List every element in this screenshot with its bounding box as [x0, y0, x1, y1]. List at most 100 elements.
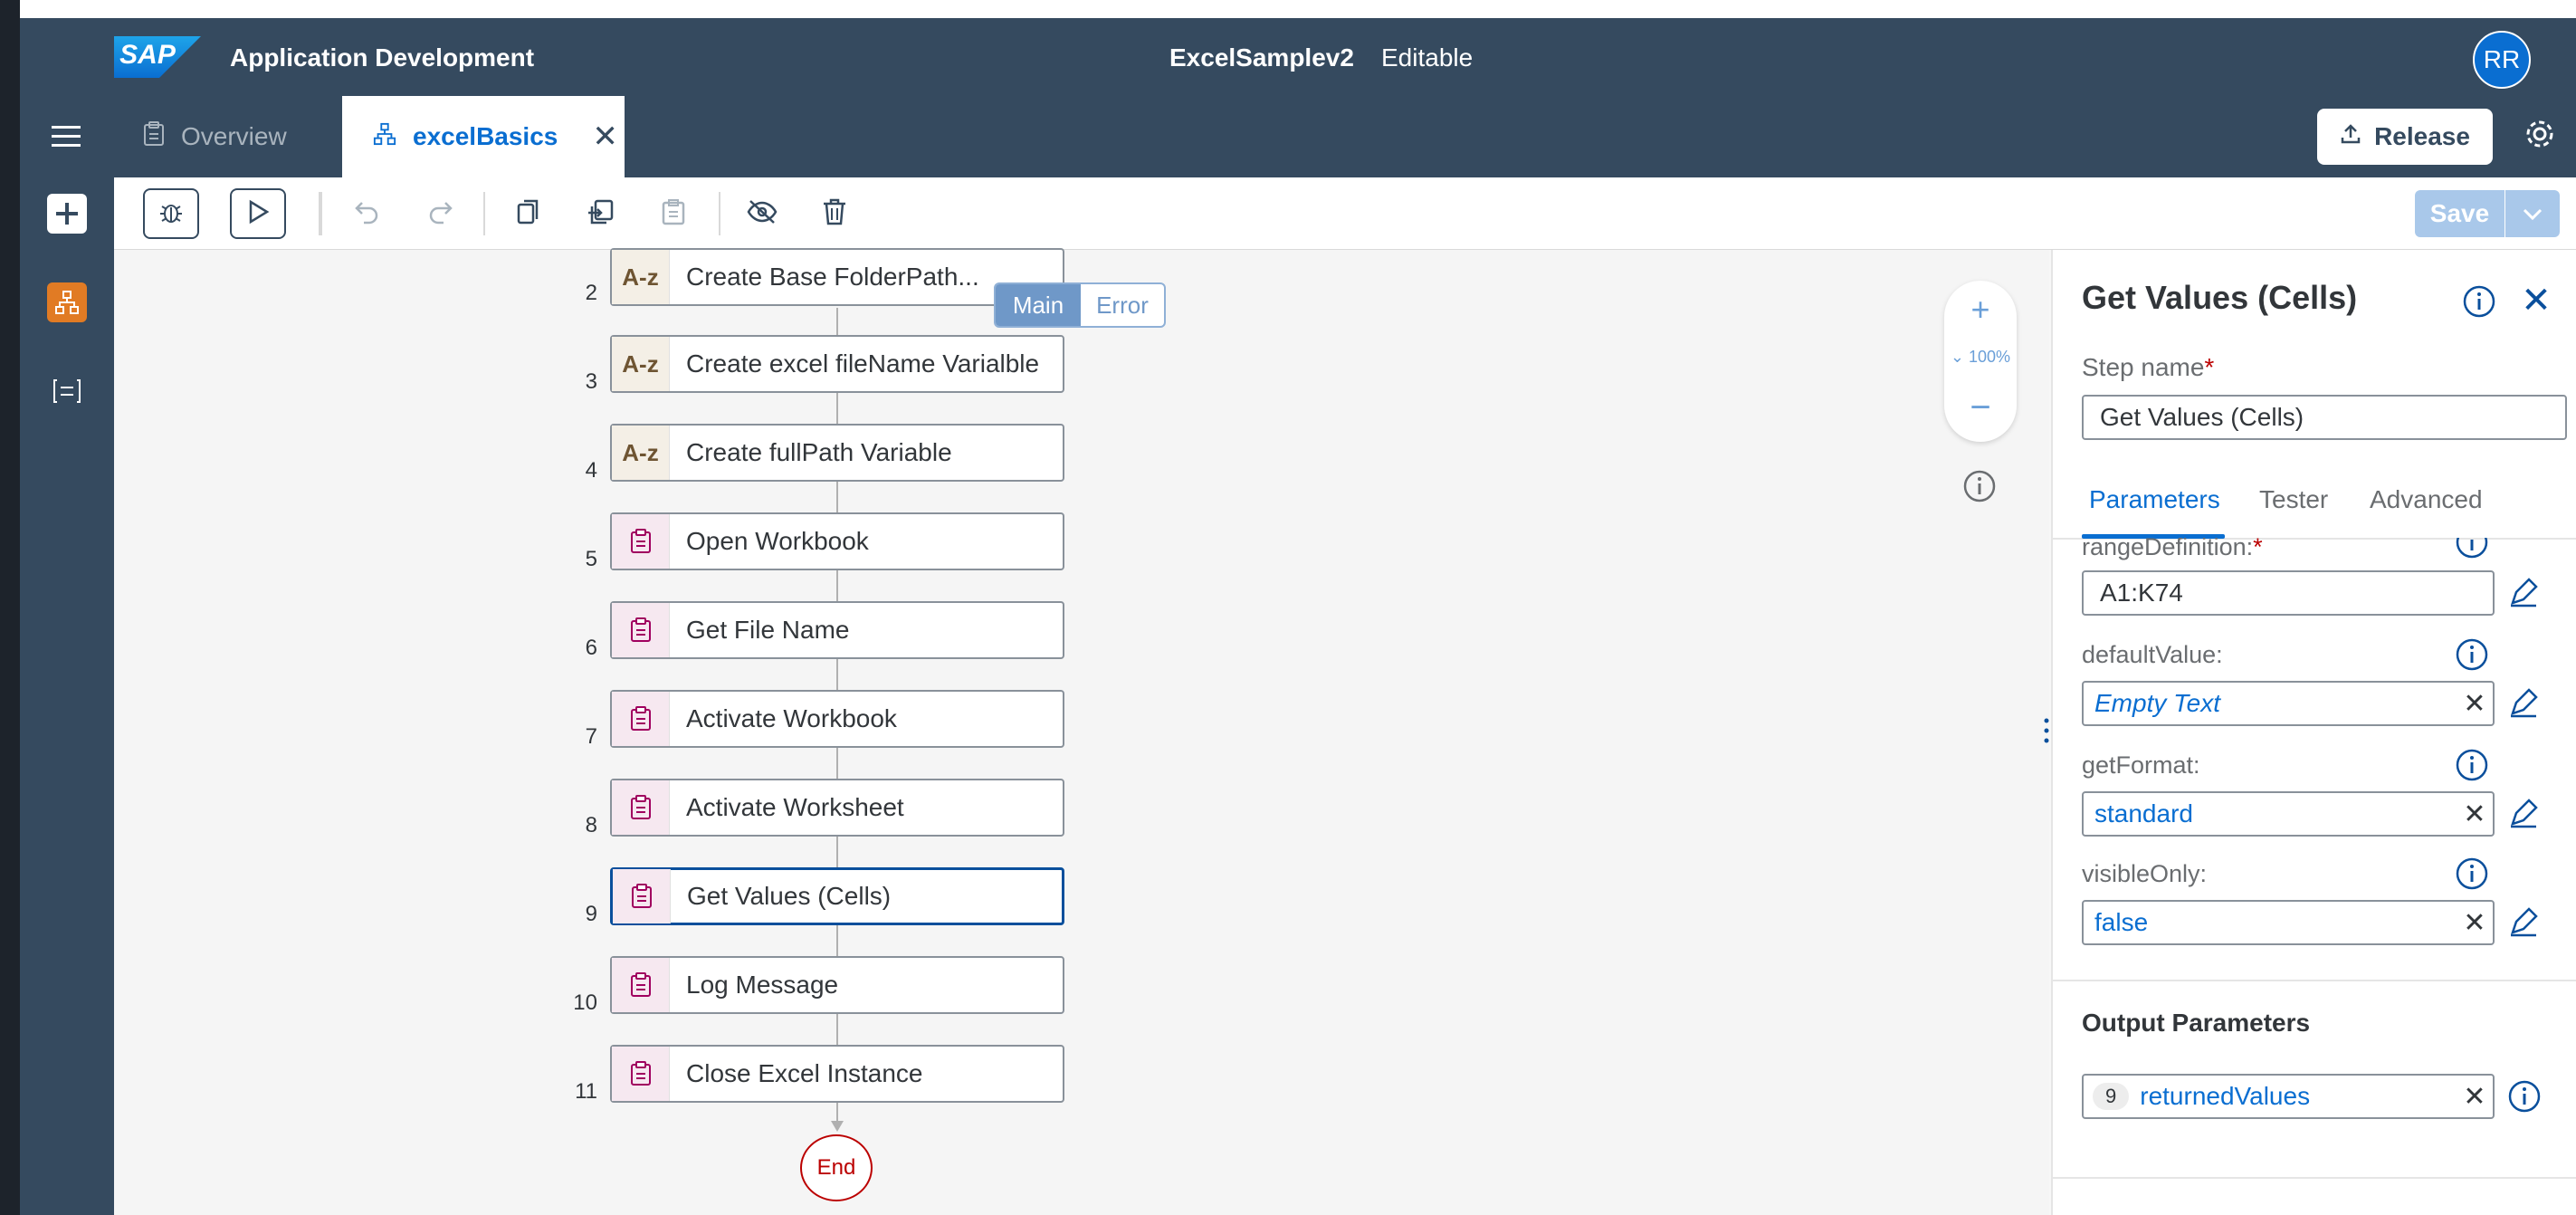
add-icon[interactable] [47, 194, 87, 234]
delete-button[interactable] [816, 188, 853, 239]
flow-step-selected[interactable]: Get Values (Cells) [610, 867, 1064, 925]
clear-icon[interactable]: ✕ [2457, 1081, 2493, 1113]
end-node[interactable]: End [800, 1134, 873, 1201]
step-number: 7 [585, 724, 597, 749]
connector [836, 393, 838, 424]
activity-icon [613, 869, 671, 923]
flow-step[interactable]: Close Excel Instance [610, 1045, 1064, 1103]
tab-excelbasics-label: excelBasics [413, 122, 558, 150]
copy-button[interactable] [510, 188, 547, 239]
menu-icon[interactable] [45, 116, 87, 158]
avatar[interactable]: RR [2473, 31, 2531, 89]
info-icon[interactable] [1962, 469, 1999, 505]
tab-advanced[interactable]: Advanced [2370, 485, 2483, 514]
clear-icon[interactable]: ✕ [2457, 799, 2493, 830]
edit-expression-icon[interactable] [2507, 905, 2543, 942]
process-nav-icon[interactable] [47, 282, 87, 322]
save-button[interactable]: Save [2415, 190, 2505, 237]
branch-toggle: Main Error [994, 282, 1166, 328]
error-branch-button[interactable]: Error [1081, 284, 1164, 326]
step-number: 10 [573, 990, 597, 1015]
step-name-input[interactable]: Get Values (Cells) [2082, 395, 2567, 440]
undo-button[interactable] [349, 188, 386, 239]
range-definition-input[interactable]: A1:K74 [2082, 570, 2495, 616]
variable-icon: A-z [612, 426, 670, 480]
debug-icon [157, 198, 185, 230]
toolbar-separator [319, 192, 322, 235]
output-parameter-field[interactable]: 9 returnedValues ✕ [2082, 1074, 2495, 1119]
activity-icon [612, 514, 670, 569]
tab-overview[interactable]: Overview [134, 96, 287, 177]
hide-button[interactable] [744, 188, 780, 239]
release-button[interactable]: Release [2317, 109, 2493, 165]
run-button[interactable] [230, 188, 286, 239]
step-label: Log Message [686, 971, 839, 999]
clipboard-icon [143, 120, 165, 153]
paste-button[interactable] [655, 188, 692, 239]
visible-only-label: visibleOnly: [2082, 860, 2208, 887]
redo-button[interactable] [422, 188, 458, 239]
flow-step[interactable]: Activate Worksheet [610, 779, 1064, 837]
debug-button[interactable] [143, 188, 199, 239]
zoom-out-button[interactable]: − [1964, 387, 1997, 431]
connector [836, 482, 838, 512]
tab-overview-label: Overview [181, 122, 287, 150]
zoom-level[interactable]: ⌄ 100% [1946, 348, 2015, 367]
edit-expression-icon[interactable] [2507, 686, 2543, 722]
info-icon[interactable] [2507, 1079, 2543, 1115]
step-name-label-text: Step name [2082, 353, 2205, 381]
flow-step[interactable]: Open Workbook [610, 512, 1064, 570]
edit-expression-icon[interactable] [2507, 576, 2543, 612]
clear-icon[interactable]: ✕ [2457, 688, 2493, 720]
range-definition-value: A1:K74 [2100, 579, 2183, 607]
chevron-down-icon[interactable] [2505, 190, 2560, 237]
default-value-input[interactable]: Empty Text ✕ [2082, 681, 2495, 726]
duplicate-button[interactable] [583, 188, 619, 239]
step-label: Open Workbook [686, 527, 869, 555]
project-status: Editable [1381, 43, 1474, 72]
zoom-in-button[interactable]: + [1964, 288, 1997, 331]
flow-step[interactable]: Activate Workbook [610, 690, 1064, 748]
step-number: 6 [585, 636, 597, 660]
info-icon[interactable] [2455, 748, 2489, 782]
app-title: Application Development [230, 43, 535, 72]
tab-tester[interactable]: Tester [2259, 485, 2328, 514]
close-tab-icon[interactable]: ✕ [592, 119, 618, 155]
flow-step[interactable]: A-z Create excel fileName Varialble [610, 335, 1064, 393]
info-icon[interactable] [2455, 637, 2489, 672]
step-number: 3 [585, 369, 597, 394]
step-label: Activate Workbook [686, 704, 897, 732]
top-strip [0, 0, 2576, 18]
info-icon[interactable] [2462, 284, 2498, 320]
tab-excelbasics[interactable]: excelBasics ✕ [342, 96, 625, 177]
data-types-icon[interactable] [47, 371, 87, 411]
save-group: Save [2415, 190, 2560, 237]
activity-icon [612, 1047, 670, 1101]
step-label: Get File Name [686, 616, 850, 644]
section-divider [2051, 980, 2576, 981]
flow-step[interactable]: A-z Create fullPath Variable [610, 424, 1064, 482]
info-icon[interactable] [2455, 538, 2489, 560]
activity-icon [612, 780, 670, 835]
connector [836, 308, 838, 335]
output-parameter-value: returnedValues [2140, 1082, 2311, 1110]
flow-canvas[interactable] [114, 250, 2049, 1215]
output-parameters-title: Output Parameters [2082, 1009, 2311, 1037]
flow-step[interactable]: Get File Name [610, 601, 1064, 659]
activity-icon [612, 603, 670, 657]
clear-icon[interactable]: ✕ [2457, 907, 2493, 939]
connector [836, 925, 838, 956]
gear-icon[interactable] [2522, 116, 2563, 158]
step-name-label: Step name* [2082, 353, 2214, 382]
tab-parameters[interactable]: Parameters [2089, 485, 2220, 514]
main-branch-button[interactable]: Main [996, 284, 1081, 326]
resize-handle-icon[interactable] [2044, 717, 2049, 744]
get-format-input[interactable]: standard ✕ [2082, 791, 2495, 837]
close-panel-icon[interactable]: ✕ [2518, 282, 2554, 319]
project-name: ExcelSamplev2 [1169, 43, 1354, 72]
edit-expression-icon[interactable] [2507, 797, 2543, 833]
info-icon[interactable] [2455, 856, 2489, 891]
duplicate-icon [587, 198, 615, 230]
flow-step[interactable]: Log Message [610, 956, 1064, 1014]
visible-only-input[interactable]: false ✕ [2082, 900, 2495, 945]
